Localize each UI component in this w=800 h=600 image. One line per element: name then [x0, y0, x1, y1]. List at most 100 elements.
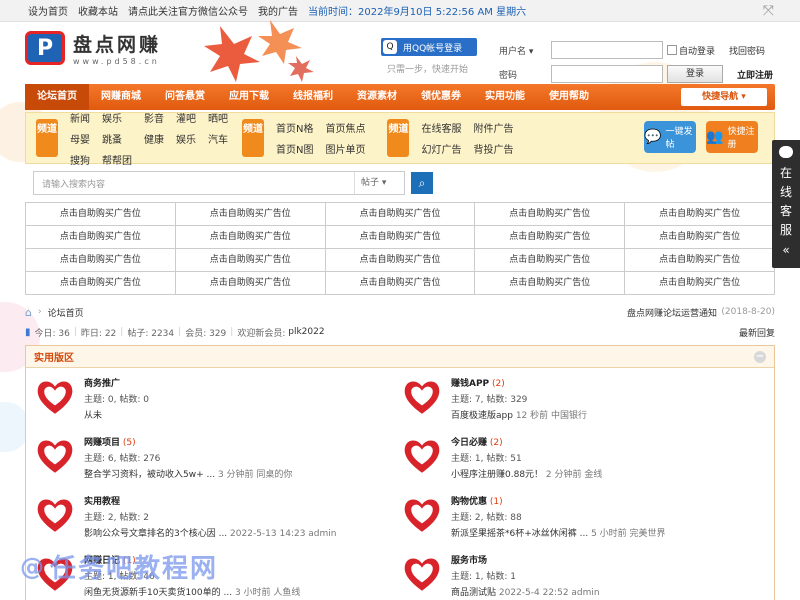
ad-slot[interactable]: 点击自助购买广告位 — [625, 226, 775, 249]
last-post[interactable]: 百度极速版app — [451, 411, 513, 421]
nav-help[interactable]: 使用帮助 — [537, 84, 601, 110]
search-input[interactable]: 请输入搜索内容 — [34, 177, 354, 190]
ad-slot[interactable]: 点击自助购买广告位 — [625, 203, 775, 226]
online-service-tab[interactable]: 在线客服 « — [772, 140, 800, 268]
board-name[interactable]: 网赚项目 — [84, 438, 120, 448]
nav-apps[interactable]: 应用下载 — [217, 84, 281, 110]
channel-link[interactable]: 母婴 — [70, 131, 90, 146]
ad-slot[interactable]: 点击自助购买广告位 — [325, 203, 476, 226]
board-item[interactable]: 实用教程 主题: 2, 帖数: 2 影响公众号文章排名的3个核心因 ... 20… — [34, 486, 401, 545]
channel-link[interactable]: 影音 — [144, 110, 164, 125]
channel-link[interactable]: 灌吧 — [176, 110, 196, 125]
board-name[interactable]: 购物优惠 — [451, 497, 487, 507]
board-name[interactable]: 赚钱APP — [451, 379, 489, 389]
ad-slot[interactable]: 点击自助购买广告位 — [26, 203, 176, 226]
ad-slot[interactable]: 点击自助购买广告位 — [325, 249, 476, 272]
ad-slot[interactable]: 点击自助购买广告位 — [26, 272, 176, 295]
quick-nav-dropdown[interactable]: 快捷导航 ▾ — [681, 88, 767, 106]
channel-link[interactable]: 跳蚤 — [102, 131, 132, 146]
channel-link[interactable]: 附件广告 — [473, 120, 513, 135]
ad-slot[interactable]: 点击自助购买广告位 — [325, 226, 476, 249]
board-name[interactable]: 今日必赚 — [451, 438, 487, 448]
newest-member-link[interactable]: plk2022 — [288, 327, 324, 337]
last-post[interactable]: 商品测试贴 — [451, 588, 496, 598]
auto-login-checkbox[interactable]: 自动登录 — [667, 44, 715, 57]
channel-link[interactable]: 幻灯广告 — [421, 141, 461, 156]
channel-link[interactable]: 首页N格 — [276, 120, 313, 135]
channel-link[interactable]: 帮帮团 — [102, 152, 132, 167]
ad-slot[interactable]: 点击自助购买广告位 — [26, 249, 176, 272]
home-icon[interactable]: ⌂ — [25, 306, 32, 319]
ad-slot[interactable]: 点击自助购买广告位 — [625, 249, 775, 272]
channel-link[interactable]: 图片单页 — [325, 141, 365, 156]
last-post[interactable]: 影响公众号文章排名的3个核心因 ... — [84, 529, 227, 539]
nav-tips[interactable]: 线报福利 — [281, 84, 345, 110]
quick-register-button[interactable]: 👥 快捷注册 — [706, 121, 758, 153]
nav-mall[interactable]: 网赚商城 — [89, 84, 153, 110]
last-post[interactable]: 闲鱼无货源新手10天卖货100单的 ... — [84, 588, 232, 598]
quick-post-button[interactable]: 💬 一键发帖 — [644, 121, 696, 153]
board-name[interactable]: 服务市场 — [451, 556, 487, 566]
announcement-link[interactable]: 盘点网赚论坛运营通知 — [627, 306, 717, 319]
nav-coupons[interactable]: 领优惠券 — [409, 84, 473, 110]
ad-slot[interactable]: 点击自助购买广告位 — [475, 203, 626, 226]
logo-p-icon: P — [25, 31, 65, 65]
login-button[interactable]: 登录 — [667, 65, 723, 83]
ad-slot[interactable]: 点击自助购买广告位 — [625, 272, 775, 295]
find-password-link[interactable]: 找回密码 — [729, 44, 765, 57]
ad-slot[interactable]: 点击自助购买广告位 — [26, 226, 176, 249]
ad-slot[interactable]: 点击自助购买广告位 — [475, 249, 626, 272]
board-item[interactable]: 网赚项目 (5) 主题: 6, 帖数: 276 整合学习资料，被动收入5w+ .… — [34, 427, 401, 486]
last-post[interactable]: 从未 — [84, 411, 102, 421]
site-logo[interactable]: P 盘点网赚 www.pd58.cn — [25, 30, 161, 66]
channel-link[interactable]: 晒吧 — [208, 110, 228, 125]
channel-link[interactable]: 娱乐 — [102, 110, 132, 125]
board-item[interactable]: 今日必赚 (2) 主题: 1, 帖数: 51 小程序注册赚0.88元！ 2 分钟… — [401, 427, 768, 486]
fullscreen-icon[interactable]: ⤧ — [763, 3, 774, 19]
set-homepage-link[interactable]: 设为首页 — [28, 3, 68, 18]
board-name[interactable]: 商务推广 — [84, 379, 120, 389]
qq-login-button[interactable]: Q 用QQ帐号登录 — [381, 38, 477, 56]
nav-tools[interactable]: 实用功能 — [473, 84, 537, 110]
breadcrumb-current[interactable]: 论坛首页 — [48, 306, 84, 319]
nav-forum-home[interactable]: 论坛首页 — [25, 84, 89, 110]
collapse-icon[interactable]: − — [754, 351, 766, 363]
channel-link[interactable]: 首页N图 — [276, 141, 313, 156]
nav-qa[interactable]: 问答悬赏 — [153, 84, 217, 110]
channel-link[interactable]: 搜狗 — [70, 152, 90, 167]
board-item[interactable]: 赚钱APP (2) 主题: 7, 帖数: 329 百度极速版app 12 秒前 … — [401, 368, 768, 427]
heart-forum-icon — [404, 440, 440, 473]
ad-slot[interactable]: 点击自助购买广告位 — [325, 272, 476, 295]
board-item[interactable]: 服务市场 主题: 1, 帖数: 1 商品测试贴 2022-5-4 22:52 a… — [401, 545, 768, 600]
board-item[interactable]: 购物优惠 (1) 主题: 2, 帖数: 88 新派坚果摇茶*6杯+冰丝休闲裤 .… — [401, 486, 768, 545]
channel-link[interactable]: 娱乐 — [176, 131, 196, 146]
password-input[interactable] — [551, 65, 663, 83]
channel-link[interactable]: 首页焦点 — [325, 120, 365, 135]
last-post[interactable]: 小程序注册赚0.88元！ — [451, 470, 543, 480]
channel-link[interactable]: 健康 — [144, 131, 164, 146]
last-post[interactable]: 整合学习资料，被动收入5w+ ... — [84, 470, 215, 480]
ad-slot[interactable]: 点击自助购买广告位 — [175, 203, 326, 226]
channel-group-2: 首页N格 首页焦点 首页N图 图片单页 — [276, 120, 365, 156]
username-input[interactable] — [551, 41, 663, 59]
channel-link[interactable]: 在线客服 — [421, 120, 461, 135]
ad-slot[interactable]: 点击自助购买广告位 — [475, 226, 626, 249]
channel-link[interactable]: 新闻 — [70, 110, 90, 125]
channel-link[interactable]: 背投广告 — [473, 141, 513, 156]
ad-slot[interactable]: 点击自助购买广告位 — [175, 272, 326, 295]
board-name[interactable]: 实用教程 — [84, 497, 120, 507]
section-header: 实用版区 − — [26, 346, 774, 368]
search-button[interactable]: ⌕ — [411, 172, 433, 194]
last-post[interactable]: 新派坚果摇茶*6杯+冰丝休闲裤 ... — [451, 529, 588, 539]
ad-slot[interactable]: 点击自助购买广告位 — [175, 226, 326, 249]
channel-link[interactable]: 汽车 — [208, 131, 228, 146]
latest-replies-link[interactable]: 最新回复 — [739, 326, 775, 339]
register-link[interactable]: 立即注册 — [737, 68, 773, 81]
ad-slot[interactable]: 点击自助购买广告位 — [475, 272, 626, 295]
last-post-time: 5 小时前 完美世界 — [591, 529, 666, 539]
board-item[interactable]: 商务推广 主题: 0, 帖数: 0 从未 — [34, 368, 401, 427]
search-type-select[interactable]: 帖子 ▾ — [354, 172, 404, 194]
ad-slot[interactable]: 点击自助购买广告位 — [175, 249, 326, 272]
bookmark-link[interactable]: 收藏本站 — [78, 3, 118, 18]
nav-resources[interactable]: 资源素材 — [345, 84, 409, 110]
